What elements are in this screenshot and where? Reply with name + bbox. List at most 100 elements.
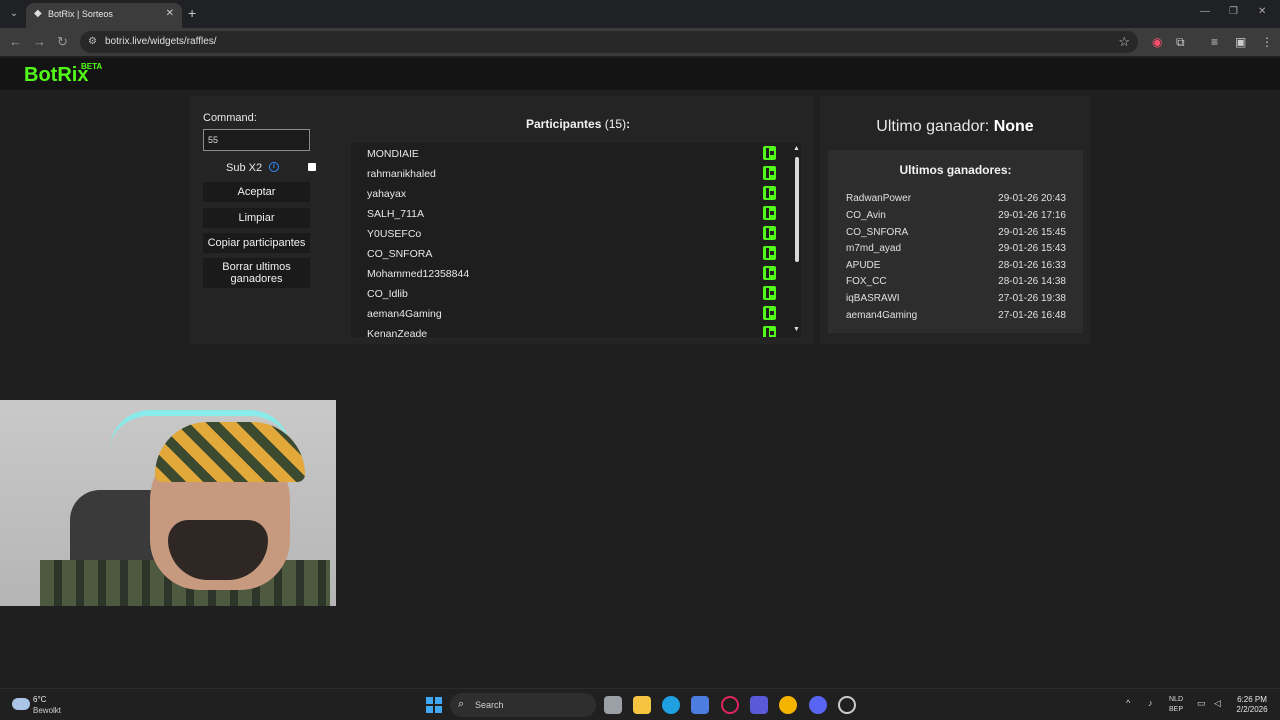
- list-item: rahmanikhaled: [351, 163, 781, 183]
- botrix-logo[interactable]: BotRix: [24, 64, 88, 87]
- bookmark-star-icon[interactable]: ☆: [1118, 34, 1130, 50]
- search-icon: ⌕: [458, 698, 465, 710]
- last-winner: Ultimo ganador: None: [820, 118, 1090, 136]
- clock-time: 6:26 PM: [1237, 695, 1267, 704]
- scroll-thumb[interactable]: [795, 157, 799, 262]
- participants-scrollbar[interactable]: ▲ ▼: [793, 143, 801, 337]
- kick-icon: [763, 166, 776, 180]
- list-item: yahayax: [351, 183, 781, 203]
- browser-tab[interactable]: ◆ BotRix | Sorteos ✕: [26, 3, 182, 28]
- last-winner-value: None: [993, 118, 1034, 135]
- cap: [155, 422, 305, 482]
- url-text: botrix.live/widgets/raffles/: [105, 36, 217, 47]
- url-input[interactable]: ⚙ botrix.live/widgets/raffles/ ☆: [80, 31, 1138, 53]
- extension-icon[interactable]: ◉: [1152, 35, 1162, 49]
- info-icon[interactable]: i: [269, 162, 279, 172]
- botrix-favicon-icon: ◆: [34, 8, 42, 19]
- participant-name: Y0USEFCo: [367, 228, 422, 240]
- winner-row: CO_SNFORA 29-01-26 15:45: [846, 227, 1066, 243]
- tray-chevron-icon[interactable]: ^: [1126, 698, 1130, 708]
- close-window-icon[interactable]: ✕: [1258, 6, 1266, 17]
- monitor-icon[interactable]: ▭: [1197, 698, 1206, 709]
- kick-icon: [763, 326, 776, 337]
- volume-icon[interactable]: ◁: [1214, 698, 1221, 709]
- winner-name: m7md_ayad: [846, 243, 902, 254]
- weather-desc[interactable]: Bewolkt: [33, 706, 61, 715]
- beta-badge: BETA: [81, 62, 103, 71]
- settings-app-icon[interactable]: [838, 696, 856, 714]
- list-item: CO_Idlib: [351, 283, 781, 303]
- chrome-menu-icon[interactable]: ⋮: [1261, 35, 1273, 49]
- microphone-icon[interactable]: ♪: [1148, 698, 1153, 708]
- file-explorer-icon[interactable]: [633, 696, 651, 714]
- cloud-icon[interactable]: [12, 698, 30, 710]
- kick-icon: [763, 226, 776, 240]
- extensions-puzzle-icon[interactable]: ⧉: [1176, 35, 1185, 50]
- weather-temp[interactable]: 6°C: [33, 695, 46, 704]
- participant-name: CO_Idlib: [367, 288, 408, 300]
- tab-title: BotRix | Sorteos: [48, 9, 113, 19]
- opera-icon[interactable]: [721, 696, 739, 714]
- kick-icon: [763, 186, 776, 200]
- sub-x2-checkbox[interactable]: [308, 163, 316, 171]
- address-bar-row: ← → ↻ ⚙ botrix.live/widgets/raffles/ ☆: [0, 28, 1280, 56]
- recent-winners-box: Ultimos ganadores: RadwanPower 29-01-26 2…: [828, 150, 1083, 333]
- webcam-overlay: [0, 400, 336, 606]
- winner-date: 28-01-26 16:33: [998, 260, 1066, 271]
- winner-row: aeman4Gaming 27-01-26 16:48: [846, 310, 1066, 326]
- participants-colon: :: [626, 117, 631, 131]
- search-label: Search: [475, 700, 504, 710]
- app-icon[interactable]: [750, 696, 768, 714]
- clear-winners-button[interactable]: Borrar ultimos ganadores: [203, 258, 310, 288]
- clear-button[interactable]: Limpiar: [203, 208, 310, 228]
- scroll-down-icon[interactable]: ▼: [793, 326, 800, 333]
- clock[interactable]: 6:26 PM 2/2/2026: [1232, 695, 1272, 715]
- copy-participants-button[interactable]: Copiar participantes: [203, 233, 310, 253]
- participants-count: (15): [604, 117, 627, 131]
- winner-row: FOX_CC 28-01-26 14:38: [846, 276, 1066, 292]
- tab-close-icon[interactable]: ✕: [166, 8, 174, 19]
- accept-button[interactable]: Aceptar: [203, 182, 310, 202]
- winner-name: aeman4Gaming: [846, 310, 918, 321]
- participants-list[interactable]: MONDIAIE rahmanikhaled yahayax SALH_711A…: [351, 143, 801, 337]
- discord-icon[interactable]: [809, 696, 827, 714]
- taskbar-search[interactable]: ⌕ Search: [450, 693, 596, 717]
- participant-name: aeman4Gaming: [367, 308, 442, 320]
- media-control-icon[interactable]: ≡: [1211, 35, 1218, 49]
- language-indicator[interactable]: NLD BEP: [1169, 695, 1183, 715]
- participants-title-text: Participantes: [526, 117, 602, 131]
- winner-row: m7md_ayad 29-01-26 15:43: [846, 243, 1066, 259]
- restore-icon[interactable]: ❐: [1229, 6, 1238, 17]
- kick-icon: [763, 146, 776, 160]
- winner-name: RadwanPower: [846, 193, 912, 204]
- minimize-icon[interactable]: —: [1200, 6, 1210, 17]
- new-tab-icon[interactable]: +: [188, 5, 196, 21]
- back-icon[interactable]: ←: [9, 34, 22, 49]
- participant-name: CO_SNFORA: [367, 248, 433, 260]
- lang-line-1: NLD: [1169, 696, 1184, 703]
- site-info-icon[interactable]: ⚙: [88, 36, 97, 47]
- winner-date: 28-01-26 14:38: [998, 276, 1066, 287]
- kick-icon: [763, 286, 776, 300]
- scroll-up-icon[interactable]: ▲: [793, 145, 800, 152]
- beard: [168, 520, 268, 580]
- recent-winners-title: Ultimos ganadores:: [899, 163, 1012, 177]
- participants-title: Participantes (15):: [526, 117, 630, 131]
- kick-icon: [763, 306, 776, 320]
- winner-date: 29-01-26 20:43: [998, 193, 1066, 204]
- forward-icon[interactable]: →: [33, 34, 46, 49]
- start-button[interactable]: [426, 697, 442, 713]
- command-label: Command:: [203, 112, 257, 124]
- winner-name: CO_SNFORA: [846, 227, 909, 238]
- chrome-icon[interactable]: [779, 696, 797, 714]
- kick-icon: [763, 246, 776, 260]
- task-view-icon[interactable]: [604, 696, 622, 714]
- winner-name: APUDE: [846, 260, 881, 271]
- edge-icon[interactable]: [662, 696, 680, 714]
- store-icon[interactable]: [691, 696, 709, 714]
- kick-icon: [763, 266, 776, 280]
- profile-icon[interactable]: ▣: [1235, 35, 1246, 49]
- tab-search-icon[interactable]: ⌄: [6, 6, 22, 22]
- reload-icon[interactable]: ↻: [57, 34, 68, 50]
- command-input[interactable]: [203, 129, 310, 151]
